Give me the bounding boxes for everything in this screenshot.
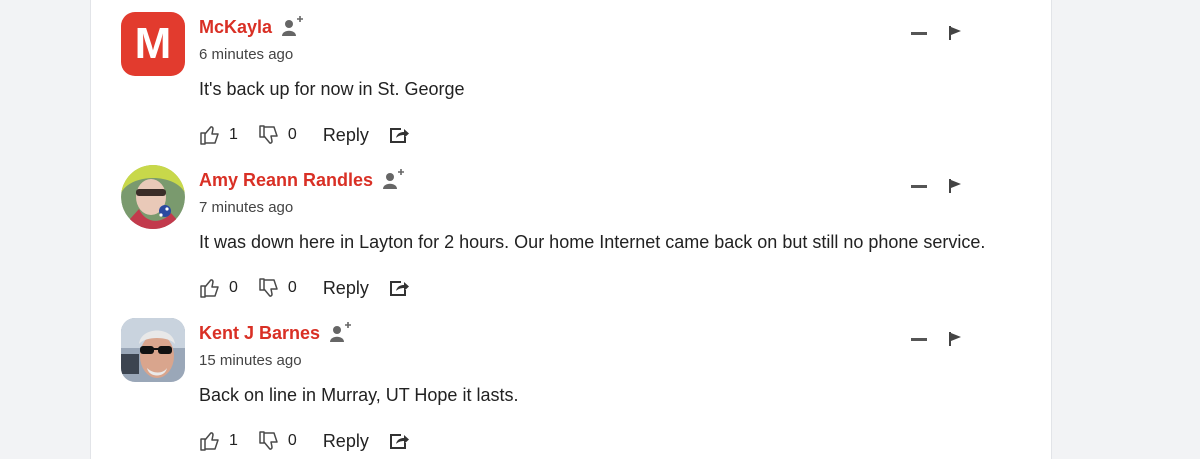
user-plus-icon[interactable] [381, 167, 407, 193]
share-button[interactable] [389, 126, 409, 144]
reply-button[interactable]: Reply [323, 125, 369, 146]
minus-icon[interactable] [911, 184, 927, 188]
dislike-button[interactable]: 0 [258, 430, 297, 452]
thumbs-up-icon [200, 279, 219, 298]
avatar[interactable]: M [121, 12, 185, 76]
comment-text: It's back up for now in St. George [199, 79, 465, 99]
timestamp: 6 minutes ago [199, 46, 294, 63]
share-button[interactable] [389, 432, 409, 450]
timestamp: 15 minutes ago [199, 352, 302, 369]
flag-icon[interactable] [949, 332, 961, 346]
user-plus-icon[interactable] [328, 320, 354, 346]
flag-icon[interactable] [949, 179, 961, 193]
thumbs-down-icon [259, 431, 278, 450]
thumbs-down-icon [259, 125, 278, 144]
avatar[interactable] [121, 165, 185, 229]
like-button[interactable]: 1 [199, 430, 238, 452]
timestamp: 7 minutes ago [199, 199, 294, 216]
share-icon [389, 434, 409, 449]
share-icon [389, 281, 409, 296]
dislike-count: 0 [287, 432, 297, 449]
comment-text: It was down here in Layton for 2 hours. … [199, 232, 986, 252]
like-button[interactable]: 0 [199, 277, 238, 299]
author-name[interactable]: Amy Reann Randles [199, 170, 373, 191]
share-icon [389, 128, 409, 143]
like-button[interactable]: 1 [199, 124, 238, 146]
comment-text: Back on line in Murray, UT Hope it lasts… [199, 385, 519, 405]
thumbs-up-icon [200, 126, 219, 145]
dislike-count: 0 [287, 279, 297, 296]
like-count: 1 [229, 432, 238, 449]
minus-icon[interactable] [911, 337, 927, 341]
minus-icon[interactable] [911, 31, 927, 35]
reply-button[interactable]: Reply [323, 431, 369, 452]
avatar-letter: M [134, 19, 172, 68]
thumbs-down-icon [259, 278, 278, 297]
thumbs-up-icon [200, 432, 219, 451]
user-plus-icon[interactable] [280, 14, 306, 40]
like-count: 1 [229, 126, 238, 143]
dislike-count: 0 [287, 126, 297, 143]
author-name[interactable]: McKayla [199, 17, 272, 38]
dislike-button[interactable]: 0 [258, 124, 297, 146]
dislike-button[interactable]: 0 [258, 277, 297, 299]
share-button[interactable] [389, 279, 409, 297]
comments-panel: M McKayla 6 minutes ago It's back up for… [90, 0, 1052, 459]
like-count: 0 [229, 279, 238, 296]
author-name[interactable]: Kent J Barnes [199, 323, 320, 344]
flag-icon[interactable] [949, 26, 961, 40]
avatar[interactable] [121, 318, 185, 382]
reply-button[interactable]: Reply [323, 278, 369, 299]
